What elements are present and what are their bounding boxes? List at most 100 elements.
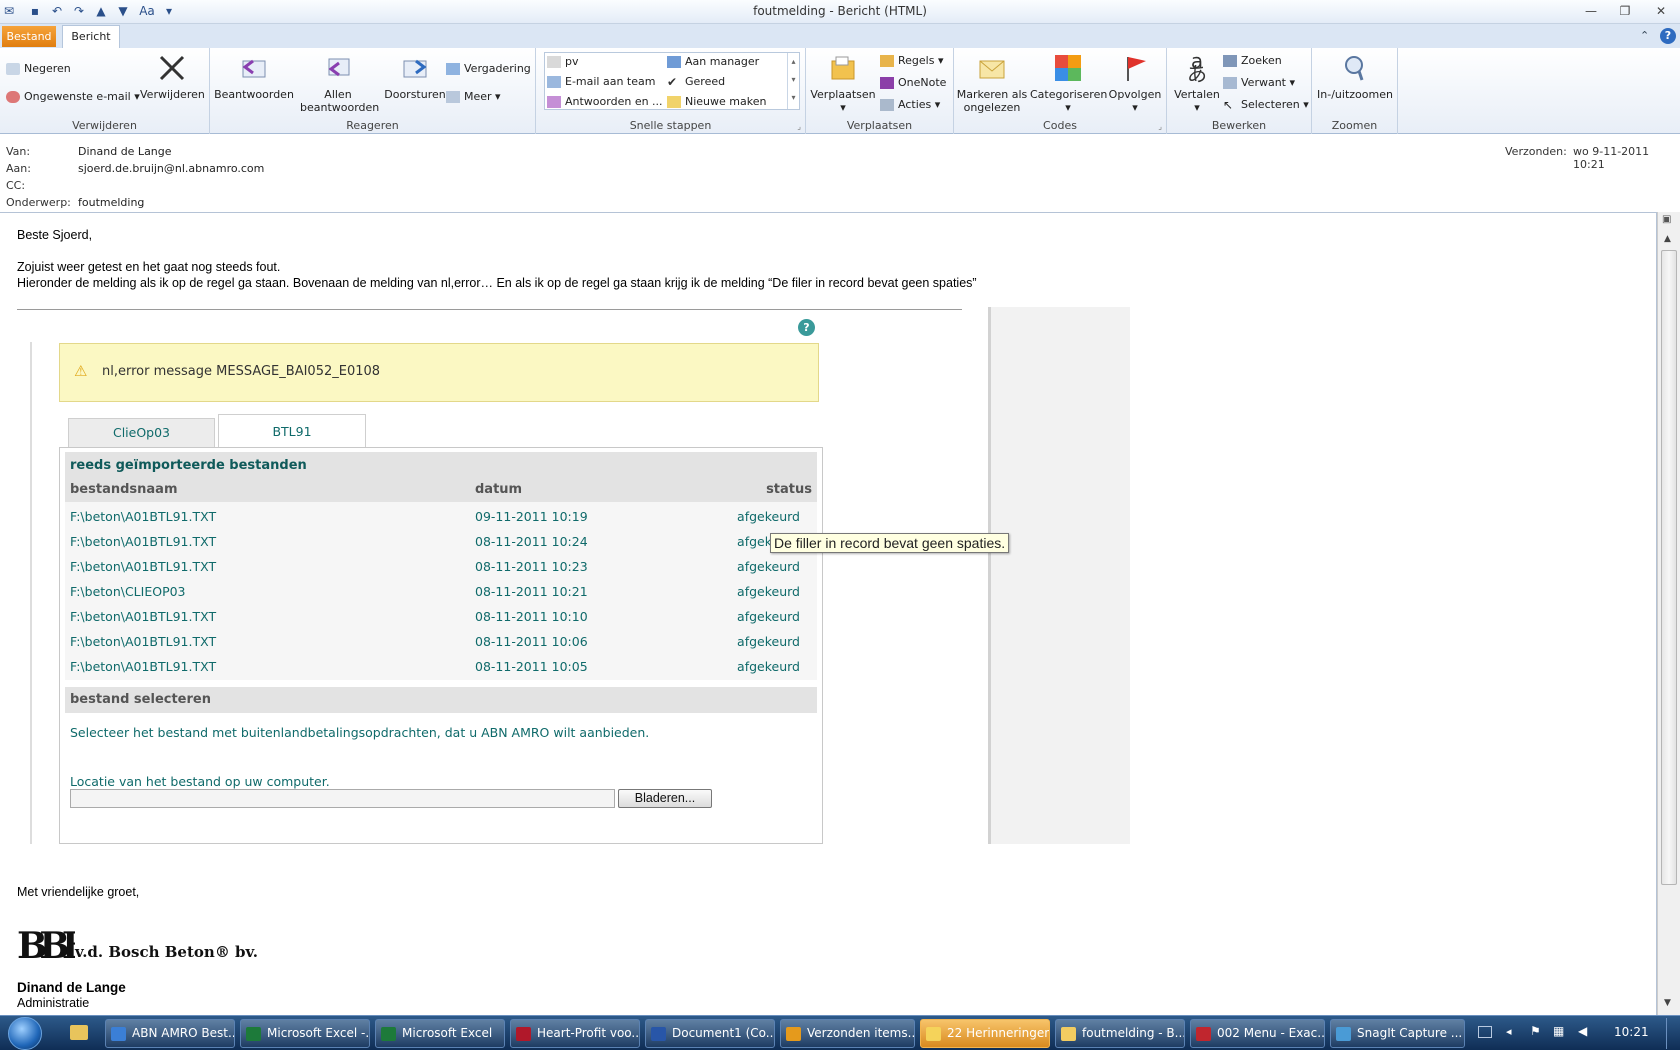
taskbar-item[interactable]: ABN AMRO Best... — [105, 1019, 235, 1048]
delete-button[interactable]: Verwijderen — [140, 52, 205, 101]
explorer-icon[interactable] — [70, 1025, 88, 1040]
sent-label: Verzonden: — [1505, 145, 1567, 158]
reply-button[interactable]: Beantwoorden — [214, 52, 294, 101]
taskbar-item[interactable]: Heart-Profit voo... — [510, 1019, 640, 1048]
taskbar-item[interactable]: Document1 (Co... — [645, 1019, 775, 1048]
related-button[interactable]: Verwant ▾ — [1223, 76, 1295, 89]
taskbar-item[interactable]: 22 Herinneringen — [920, 1019, 1050, 1048]
move-button[interactable]: Verplaatsen ▾ — [810, 52, 876, 114]
find-button[interactable]: Zoeken — [1223, 54, 1282, 67]
reply-all-button[interactable]: Allen beantwoorden — [300, 52, 379, 114]
word-icon — [651, 1027, 666, 1041]
mark-unread-button[interactable]: Markeren als ongelezen — [956, 52, 1028, 114]
file-path-input[interactable] — [70, 789, 615, 808]
more-button[interactable]: Meer ▾ — [446, 90, 501, 103]
meeting-button[interactable]: Vergadering — [446, 62, 531, 75]
table-row[interactable]: F:\beton\A01BTL91.TXT 08-11-2011 10:10 afg… — [65, 604, 805, 629]
taskbar-item[interactable]: Microsoft Excel -... — [240, 1019, 370, 1048]
browse-button[interactable]: Bladeren... — [618, 789, 712, 808]
show-desktop-button[interactable] — [1666, 1018, 1678, 1049]
vertical-scrollbar[interactable]: ▣ ▲ ▼ — [1657, 212, 1680, 1015]
to-value[interactable]: sjoerd.de.bruijn@nl.abnamro.com — [78, 162, 264, 175]
group-zoom: In-/uitzoomen Zoomen — [1312, 48, 1398, 134]
tab-file[interactable]: Bestand — [2, 26, 56, 47]
taskbar-item[interactable]: foutmelding - B... — [1055, 1019, 1185, 1048]
envelope-icon — [976, 52, 1008, 84]
table-row[interactable]: F:\beton\A01BTL91.TXT 08-11-2011 10:05 afg… — [65, 654, 805, 679]
taskbar-item[interactable]: Microsoft Excel — [375, 1019, 505, 1048]
categorize-button[interactable]: Categoriseren ▾ — [1030, 52, 1107, 114]
collapse-ribbon-icon[interactable]: ⌃ — [1640, 29, 1649, 42]
forward-button[interactable]: Doorsturen — [378, 52, 452, 101]
taskbar-item[interactable]: SnagIt Capture ... — [1330, 1019, 1465, 1048]
onenote-button[interactable]: OneNote — [880, 76, 946, 89]
flag-icon[interactable]: ⚑ — [1530, 1024, 1541, 1038]
message-body[interactable]: Beste Sjoerd, Zojuist weer getest en het… — [0, 212, 1657, 1015]
tray-expand-icon[interactable]: ◂ — [1506, 1025, 1512, 1038]
to-label: Aan: — [6, 162, 31, 175]
group-tags: Markeren als ongelezen Categoriseren ▾ Opv… — [954, 48, 1167, 134]
bell-icon — [926, 1027, 941, 1041]
follow-up-button[interactable]: Opvolgen ▾ — [1106, 52, 1164, 114]
quickstep-team[interactable]: E-mail aan team — [547, 75, 655, 88]
ignore-button[interactable]: Negeren — [6, 62, 71, 75]
from-label: Van: — [6, 145, 31, 158]
network-icon[interactable]: ▦ — [1553, 1024, 1564, 1038]
greeting-text: Beste Sjoerd, — [17, 228, 93, 242]
table-row[interactable]: F:\beton\A01BTL91.TXT 08-11-2011 10:06 afg… — [65, 629, 805, 654]
help-icon[interactable]: ? — [798, 319, 815, 336]
volume-icon[interactable]: ◀ — [1578, 1024, 1587, 1038]
tab-message[interactable]: Bericht — [62, 25, 120, 48]
group-label-respond: Reageren — [346, 119, 399, 132]
keyboard-icon[interactable] — [1478, 1026, 1492, 1038]
scroll-thumb[interactable] — [1661, 250, 1677, 885]
excel-icon — [381, 1027, 396, 1041]
zoom-button[interactable]: In-/uitzoomen — [1314, 52, 1396, 101]
junk-button[interactable]: Ongewenste e-mail ▾ — [6, 90, 140, 103]
gallery-scroll[interactable]: ▴ ▾ ▾ — [787, 53, 799, 109]
translate-icon: aあ — [1187, 49, 1207, 86]
quicksteps-gallery: pv Aan manager E-mail aan team ✔ Gereed A… — [544, 52, 800, 110]
table-row[interactable]: F:\beton\A01BTL91.TXT 08-11-2011 10:23 afg… — [65, 554, 805, 579]
checkmark-icon: ✔ — [667, 75, 678, 89]
dialog-launcher-icon[interactable]: ⌟ — [797, 122, 801, 131]
logo-text: v.d. Bosch Beton — [75, 943, 215, 961]
file-table: F:\beton\A01BTL91.TXT 09-11-2011 10:19 afg… — [65, 502, 817, 680]
tab-clieop03[interactable]: ClieOp03 — [68, 418, 215, 447]
restore-button[interactable]: ❐ — [1612, 2, 1638, 20]
quickstep-manager[interactable]: Aan manager — [667, 55, 759, 68]
start-button[interactable] — [8, 1017, 42, 1050]
dialog-launcher-icon[interactable]: ⌟ — [1158, 122, 1162, 131]
group-label-zoom: Zoomen — [1331, 119, 1378, 132]
table-header: reeds geïmporteerde bestanden bestandsna… — [65, 452, 817, 502]
table-row[interactable]: F:\beton\CLIEOP03 08-11-2011 10:21 afgekeu… — [65, 579, 805, 604]
quickstep-new[interactable]: Nieuwe maken — [667, 95, 766, 108]
select-button[interactable]: ↖ Selecteren ▾ — [1223, 98, 1309, 111]
table-row[interactable]: F:\beton\A01BTL91.TXT 08-11-2011 10:24 afg… — [65, 529, 805, 554]
quickstep-pv[interactable]: pv — [547, 55, 579, 68]
taskbar-item[interactable]: Verzonden items... — [780, 1019, 915, 1048]
group-label-quicksteps: Snelle stappen — [629, 119, 712, 132]
scroll-up-icon[interactable]: ▲ — [1664, 234, 1671, 244]
group-move: Verplaatsen ▾ Regels ▾ OneNote Acties ▾ V… — [806, 48, 954, 134]
clock[interactable]: 10:21 — [1614, 1025, 1649, 1039]
minimize-button[interactable]: — — [1578, 2, 1604, 20]
close-button[interactable]: ✕ — [1648, 2, 1674, 20]
translate-button[interactable]: aあ Vertalen ▾ — [1169, 49, 1225, 114]
excel-icon — [246, 1027, 261, 1041]
quickstep-done[interactable]: ✔ Gereed — [667, 75, 725, 88]
calendar-icon — [446, 63, 460, 75]
reply-all-icon — [322, 52, 354, 84]
quickstep-reply-delete[interactable]: Antwoorden en ... — [547, 95, 663, 108]
actions-button[interactable]: Acties ▾ — [880, 98, 940, 111]
rules-button[interactable]: Regels ▾ — [880, 54, 944, 67]
reply-delete-icon — [547, 96, 561, 108]
email-team-icon — [547, 76, 561, 88]
scroll-options-icon[interactable]: ▣ — [1662, 214, 1671, 225]
tab-btl91[interactable]: BTL91 — [218, 414, 366, 448]
table-row[interactable]: F:\beton\A01BTL91.TXT 09-11-2011 10:19 afg… — [65, 504, 805, 529]
help-icon[interactable]: ? — [1660, 28, 1676, 44]
from-value[interactable]: Dinand de Lange — [78, 145, 172, 158]
taskbar-item[interactable]: 002 Menu - Exac... — [1190, 1019, 1325, 1048]
scroll-down-icon[interactable]: ▼ — [1664, 998, 1671, 1008]
